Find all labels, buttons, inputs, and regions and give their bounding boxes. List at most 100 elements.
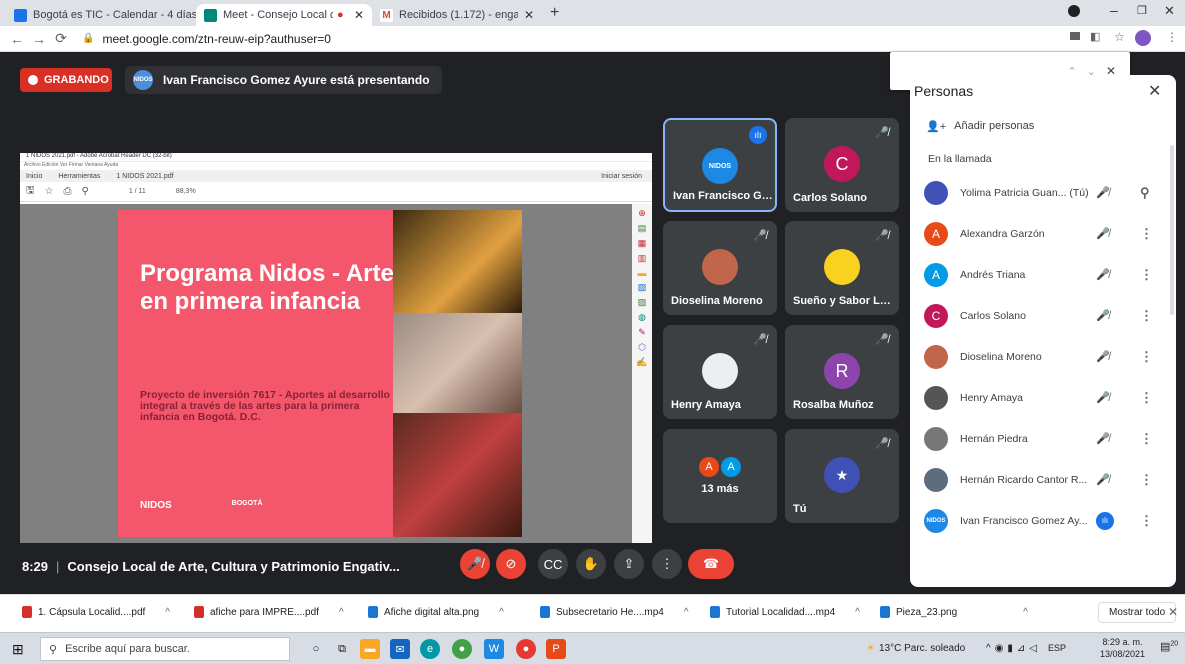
mic-off-icon[interactable]: 🎤̸ <box>1096 227 1110 240</box>
windows-start-icon[interactable]: ⊞ <box>12 641 24 658</box>
powerpoint-icon[interactable]: P <box>546 639 566 659</box>
mic-off-icon[interactable]: 🎤̸ <box>1096 350 1110 363</box>
participant-row[interactable]: Henry Amaya 🎤̸ ⋮ <box>910 377 1176 418</box>
tab-calendar[interactable]: Bogotá es TIC - Calendar - 4 días ✕ <box>6 4 196 26</box>
leave-call-button[interactable]: ☎ <box>688 549 734 579</box>
participant-row[interactable]: A Andrés Triana 🎤̸ ⋮ <box>910 254 1176 295</box>
more-icon[interactable]: ⋮ <box>1140 349 1153 365</box>
close-panel-button[interactable]: ✕ <box>1148 81 1161 101</box>
close-icon[interactable]: ✕ <box>1168 605 1178 619</box>
back-icon[interactable]: ← <box>6 31 28 47</box>
tile-participant[interactable]: 🎤̸ Henry Amaya <box>663 325 777 419</box>
sign-icon[interactable]: ✍ <box>636 357 647 368</box>
tile-participant[interactable]: 🎤̸ C Carlos Solano <box>785 118 899 212</box>
app-icon[interactable]: ● <box>516 639 536 659</box>
compress-icon[interactable]: ▨ <box>638 297 647 308</box>
comment-icon[interactable]: ▬ <box>638 268 647 278</box>
bookmark-star-icon[interactable]: ☆ <box>1114 30 1125 44</box>
close-window-button[interactable]: ✕ <box>1164 3 1175 19</box>
account-icon[interactable] <box>1068 5 1080 17</box>
clock[interactable]: 8:29 a. m. 13/08/2021 <box>1100 636 1145 660</box>
scrollbar[interactable] <box>1170 145 1174 315</box>
chevron-up-icon[interactable]: ^ <box>339 607 344 618</box>
mic-off-icon[interactable]: 🎤̸ <box>1096 432 1110 445</box>
minimize-button[interactable]: – <box>1110 2 1118 18</box>
participant-row[interactable]: NIDOS Ivan Francisco Gomez Ay... ılı ⋮ <box>910 500 1176 541</box>
taskbar-search[interactable]: ⚲ Escribe aquí para buscar. <box>40 637 290 661</box>
chevron-up-icon[interactable]: ^ <box>684 607 689 618</box>
mic-toggle-button[interactable]: 🎤̸ <box>460 549 490 579</box>
tile-self[interactable]: 🎤̸ ★ Tú <box>785 429 899 523</box>
mic-off-icon[interactable]: 🎤̸ <box>1096 268 1110 281</box>
zoom-in-icon[interactable]: ⊕ <box>638 208 646 219</box>
add-people-button[interactable]: 👤+ Añadir personas <box>926 120 1034 133</box>
mail-icon[interactable]: ✉ <box>390 639 410 659</box>
camera-toggle-button[interactable]: ⊘ <box>496 549 526 579</box>
cortana-icon[interactable]: ○ <box>306 639 326 659</box>
fill-sign-icon[interactable]: ✎ <box>638 327 646 338</box>
download-item[interactable]: 1. Cápsula Localid....pdf ^ <box>22 606 170 618</box>
mic-off-icon[interactable]: 🎤̸ <box>1096 309 1110 322</box>
file-explorer-icon[interactable]: ▬ <box>360 639 380 659</box>
participant-row[interactable]: C Carlos Solano 🎤̸ ⋮ <box>910 295 1176 336</box>
mic-off-icon[interactable]: 🎤̸ <box>1096 391 1110 404</box>
forward-icon[interactable]: → <box>28 31 50 47</box>
close-icon[interactable]: ✕ <box>518 8 534 22</box>
extension-icon[interactable]: ◧ <box>1090 30 1100 43</box>
language-indicator[interactable]: ESP <box>1048 643 1066 653</box>
edit-icon[interactable]: ▦ <box>638 238 647 249</box>
participant-row[interactable]: Hernán Ricardo Cantor R... 🎤̸ ⋮ <box>910 459 1176 500</box>
tile-participant[interactable]: 🎤̸ Sueño y Sabor Lat... <box>785 221 899 315</box>
participant-row[interactable]: Hernán Piedra 🎤̸ ⋮ <box>910 418 1176 459</box>
chevron-up-icon[interactable]: ^ <box>855 607 860 618</box>
export-icon[interactable]: ▤ <box>638 223 647 234</box>
download-item[interactable]: Pieza_23.png ^ <box>880 606 1028 618</box>
profile-avatar[interactable] <box>1135 30 1151 46</box>
more-icon[interactable]: ⋮ <box>1140 267 1153 283</box>
show-all-button[interactable]: Mostrar todo <box>1098 602 1177 623</box>
more-icon[interactable]: ⋮ <box>1140 513 1153 529</box>
weather-widget[interactable]: ☀ 13°C Parc. soleado <box>866 643 965 654</box>
create-pdf-icon[interactable]: ▥ <box>638 253 647 264</box>
tile-more[interactable]: A A 13 más <box>663 429 777 523</box>
chevron-up-icon[interactable]: ^ <box>1023 607 1028 618</box>
reload-icon[interactable]: ⟳ <box>50 30 72 47</box>
camera-icon[interactable] <box>1070 32 1080 40</box>
edge-icon[interactable]: e <box>420 639 440 659</box>
more-options-button[interactable]: ⋮ <box>652 549 682 579</box>
more-icon[interactable]: ⋮ <box>1140 472 1153 488</box>
captions-button[interactable]: CC <box>538 549 568 579</box>
participant-row[interactable]: Yolima Patricia Guan... (Tú) 🎤̸ ⚲ <box>910 172 1176 213</box>
chevron-up-icon[interactable]: ^ <box>165 607 170 618</box>
system-tray-icons[interactable]: ^◉▮⊿◁ <box>986 643 1041 654</box>
more-icon[interactable]: ⋮ <box>1140 226 1153 242</box>
participant-row[interactable]: Dioselina Moreno 🎤̸ ⋮ <box>910 336 1176 377</box>
tab-meet[interactable]: Meet - Consejo Local de Arte ● ✕ <box>196 4 372 26</box>
download-item[interactable]: Subsecretario He....mp4 ^ <box>540 606 689 618</box>
menu-icon[interactable]: ⋮ <box>1166 30 1178 44</box>
task-view-icon[interactable]: ⧉ <box>332 639 352 659</box>
participant-row[interactable]: A Alexandra Garzón 🎤̸ ⋮ <box>910 213 1176 254</box>
download-item[interactable]: Tutorial Localidad....mp4 ^ <box>710 606 860 618</box>
organize-icon[interactable]: ▧ <box>638 282 647 293</box>
mic-off-icon[interactable]: 🎤̸ <box>1096 473 1110 486</box>
download-item[interactable]: afiche para IMPRE....pdf ^ <box>194 606 344 618</box>
download-item[interactable]: Afiche digital alta.png ^ <box>368 606 504 618</box>
scan-icon[interactable]: ◍ <box>638 312 646 323</box>
maximize-button[interactable]: ❐ <box>1137 4 1147 17</box>
tab-gmail[interactable]: M Recibidos (1.172) - engativa@scr ✕ <box>372 4 542 26</box>
present-button[interactable]: ⇪ <box>614 549 644 579</box>
chevron-up-icon[interactable]: ^ <box>499 607 504 618</box>
mic-off-icon[interactable]: 🎤̸ <box>1096 186 1110 199</box>
raise-hand-button[interactable]: ✋ <box>576 549 606 579</box>
word-icon[interactable]: W <box>484 639 504 659</box>
more-icon[interactable]: ⋮ <box>1140 431 1153 447</box>
new-tab-button[interactable]: + <box>550 4 559 22</box>
more-icon[interactable]: ⋮ <box>1140 390 1153 406</box>
pin-icon[interactable]: ⚲ <box>1140 185 1150 201</box>
more-icon[interactable]: ⋮ <box>1140 308 1153 324</box>
close-icon[interactable]: ✕ <box>348 8 364 22</box>
chrome-icon[interactable]: ● <box>452 639 472 659</box>
tile-presenter[interactable]: ılı NIDOS Ivan Francisco Go... <box>663 118 777 212</box>
protect-icon[interactable]: ⬡ <box>638 342 646 353</box>
